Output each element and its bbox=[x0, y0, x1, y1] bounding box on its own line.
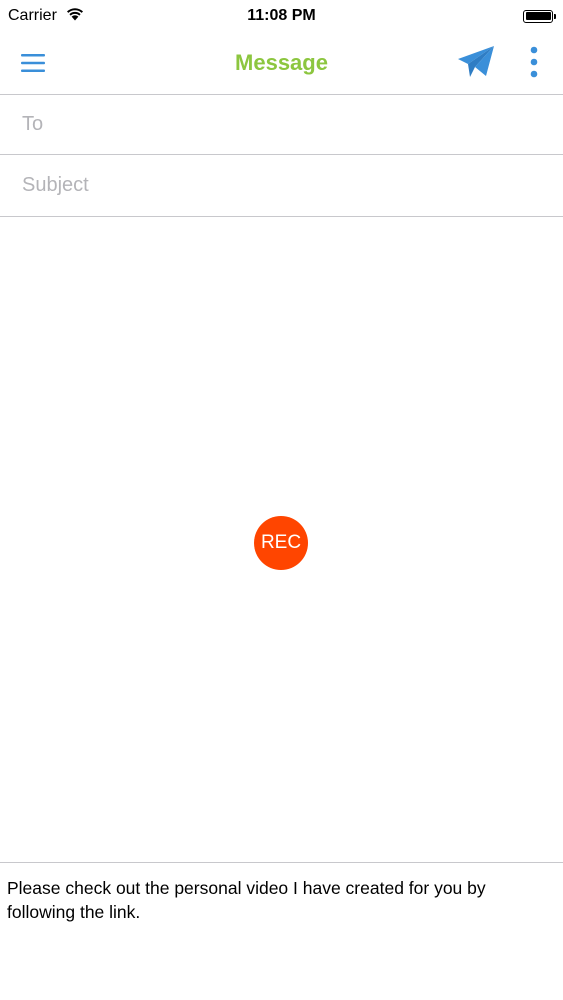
more-options-button[interactable] bbox=[518, 44, 550, 80]
wifi-icon bbox=[65, 6, 85, 26]
compose-screen: Carrier 11:08 PM Message To Subject REC … bbox=[0, 0, 563, 1000]
status-left: Carrier bbox=[8, 6, 85, 26]
paper-plane-icon bbox=[458, 46, 494, 77]
status-bar: Carrier 11:08 PM bbox=[0, 0, 563, 32]
to-field-row bbox=[0, 95, 563, 155]
carrier-label: Carrier bbox=[8, 7, 57, 24]
menu-button[interactable] bbox=[16, 50, 50, 76]
navigation-bar: Message bbox=[0, 32, 563, 95]
battery-icon bbox=[523, 9, 556, 23]
subject-input[interactable] bbox=[0, 155, 563, 216]
message-body-text[interactable]: Please check out the personal video I ha… bbox=[0, 864, 563, 1000]
to-input[interactable] bbox=[0, 95, 563, 154]
hamburger-menu-icon bbox=[21, 54, 45, 72]
record-button[interactable]: REC bbox=[254, 516, 308, 570]
subject-field-row bbox=[0, 155, 563, 217]
send-button[interactable] bbox=[454, 42, 498, 82]
battery-level bbox=[525, 12, 551, 20]
video-preview-area: REC bbox=[0, 217, 563, 863]
vertical-ellipsis-icon bbox=[530, 46, 538, 78]
